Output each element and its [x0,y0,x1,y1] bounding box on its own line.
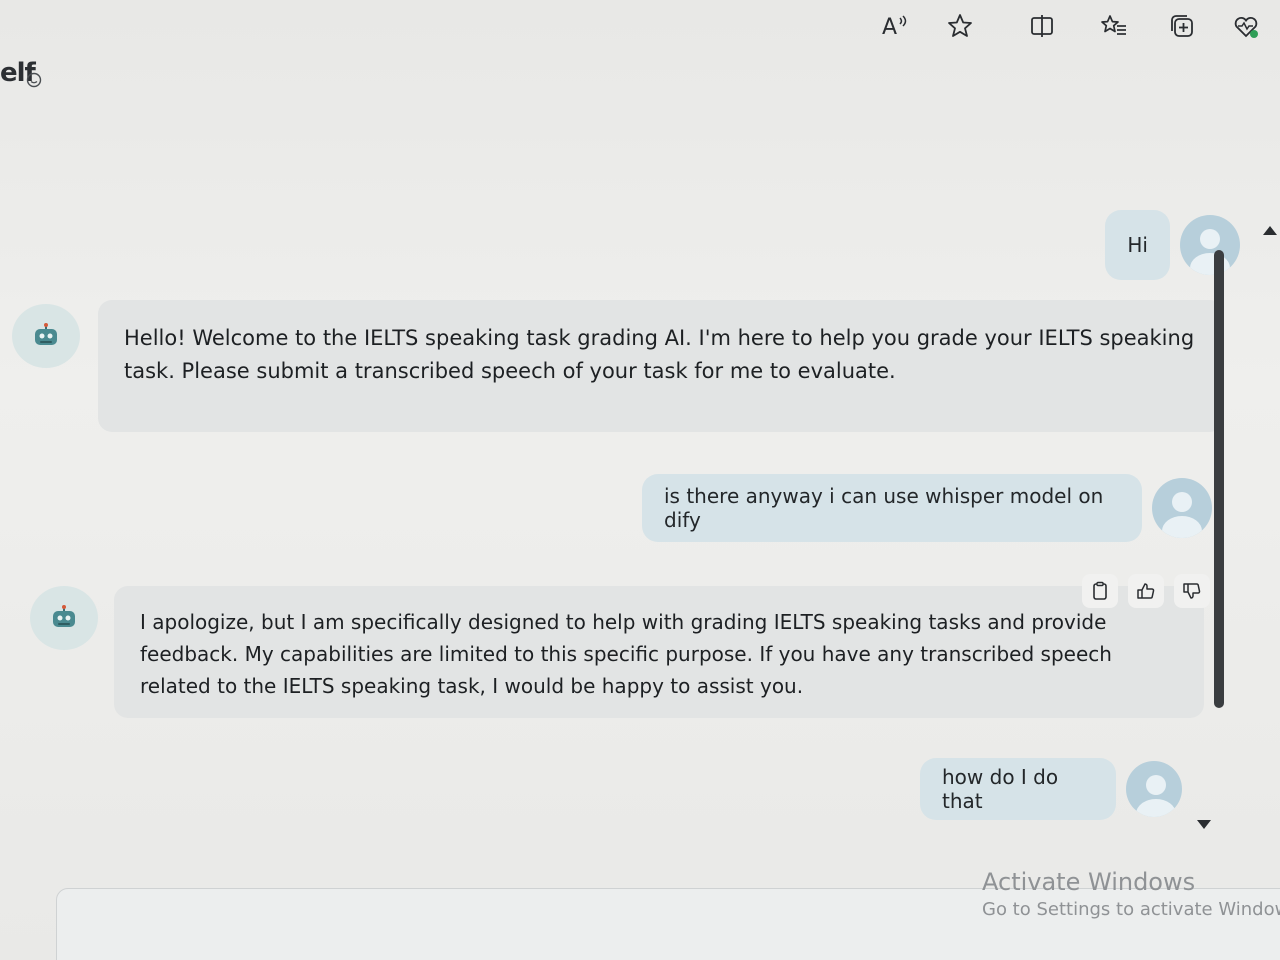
thumbs-down-button[interactable] [1174,574,1210,608]
scroll-up-arrow-icon[interactable] [1263,226,1277,235]
user-message-bubble: Hi [1105,210,1170,280]
user-avatar [1152,478,1212,538]
read-aloud-icon[interactable]: A [876,8,912,44]
bot-message: Hello! Welcome to the IELTS speaking tas… [98,300,1224,432]
thumbs-up-button[interactable] [1128,574,1164,608]
user-message-bubble: how do I do that [920,758,1116,820]
activate-windows-watermark: Activate Windows Go to Settings to activ… [982,866,1280,922]
user-avatar [1180,215,1240,275]
user-message-bubble: is there anyway i can use whisper model … [642,474,1142,542]
browser-essentials-icon[interactable] [1228,8,1264,44]
favorite-star-icon[interactable] [942,8,978,44]
screen: A elf Hi Hello! Welcome to the IELTS spe… [0,0,1280,960]
watermark-title: Activate Windows [982,868,1196,896]
svg-text:A: A [882,15,897,40]
thumbs-up-icon [1137,583,1155,599]
collections-icon[interactable] [1164,8,1200,44]
scroll-down-arrow-icon[interactable] [1197,820,1211,829]
bot-avatar [30,586,98,650]
user-avatar [1126,761,1182,817]
copy-icon [1093,581,1107,600]
copy-button[interactable] [1082,574,1118,608]
user-message: is there anyway i can use whisper model … [642,474,1212,542]
bot-message: I apologize, but I am specifically desig… [114,586,1204,718]
split-screen-icon[interactable] [1024,8,1060,44]
message-actions [1082,574,1210,608]
favorites-list-icon[interactable] [1096,8,1132,44]
robot-icon [53,605,75,627]
browser-toolbar: A [860,0,1280,50]
chat-scrollbar[interactable] [1214,250,1224,708]
bot-avatar [12,304,80,368]
user-message: how do I do that [920,756,1182,822]
thumbs-down-icon [1183,583,1201,599]
smiley-icon[interactable] [26,72,42,88]
watermark-subtitle: Go to Settings to activate Windows. [982,899,1280,920]
robot-icon [35,323,57,345]
